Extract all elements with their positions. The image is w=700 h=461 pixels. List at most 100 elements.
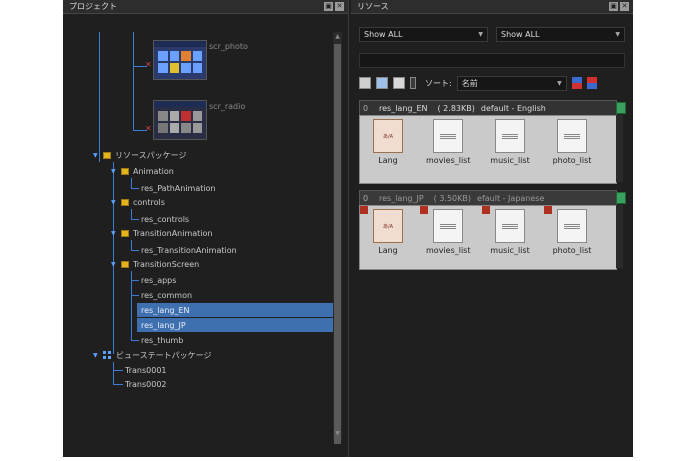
scroll-down-icon[interactable]: ▼ — [333, 430, 342, 437]
file-label: music_list — [490, 246, 530, 255]
status-badge-icon — [616, 192, 626, 204]
tree-item-resource[interactable]: res_common — [141, 288, 192, 302]
resource-titlebar: リソース ▣ ✕ — [351, 0, 633, 14]
resource-search-input[interactable] — [359, 53, 625, 68]
file-label: movies_list — [426, 156, 471, 165]
folder-icon — [121, 260, 129, 268]
app-window: プロジェクト ▣ ✕ ✕ ✕ scr_photo scr_radio ▼ リソー… — [63, 0, 633, 457]
resource-file[interactable]: photo_list — [550, 119, 594, 165]
tree-line — [99, 32, 100, 162]
tree-node-controls[interactable]: ▼ controls — [111, 195, 165, 209]
view-state-package-icon — [103, 351, 112, 359]
sort-ascending-icon[interactable] — [571, 77, 582, 89]
view-detail-icon[interactable] — [410, 77, 416, 89]
model-file-icon — [433, 119, 463, 153]
chevron-down-icon: ▼ — [615, 31, 620, 38]
sort-descending-icon[interactable] — [586, 77, 597, 89]
scrollbar-thumb[interactable] — [334, 44, 341, 444]
scr-photo-thumbnail[interactable] — [153, 40, 207, 80]
node-label: リソースパッケージ — [115, 150, 187, 160]
group-size: ( 3.50KB) — [433, 193, 472, 203]
group-description: default - English — [480, 103, 546, 113]
tree-item-view-state[interactable]: Trans0001 — [125, 363, 167, 377]
filter-dropdown-right[interactable]: Show ALL ▼ — [496, 27, 625, 42]
resource-file[interactable]: あ/A Lang — [366, 209, 410, 255]
tree-item-resource[interactable]: res_TransitionAnimation — [141, 243, 237, 257]
close-button[interactable]: ✕ — [335, 2, 344, 11]
caret-down-icon[interactable]: ▼ — [111, 230, 117, 237]
lang-file-icon: あ/A — [373, 119, 403, 153]
node-label: res_lang_EN — [141, 305, 190, 315]
tree-item-resource-selected[interactable]: res_lang_EN — [137, 303, 335, 317]
tree-item-resource[interactable]: res_apps — [141, 273, 176, 287]
resource-group-content: あ/A Lang movies_list music_list photo_li… — [359, 205, 617, 270]
tree-node-resource-packages[interactable]: ▼ リソースパッケージ — [93, 148, 186, 162]
tree-line — [131, 271, 132, 341]
view-large-icon[interactable] — [359, 77, 371, 89]
resource-file[interactable]: music_list — [488, 119, 532, 165]
tree-line — [131, 219, 139, 220]
view-image-icon[interactable] — [376, 77, 388, 89]
tree-node-animation[interactable]: ▼ Animation — [111, 164, 174, 178]
tree-node-transition-animation[interactable]: ▼ TransitionAnimation — [111, 226, 212, 240]
node-label: res_PathAnimation — [141, 183, 216, 193]
node-label: res_TransitionAnimation — [141, 245, 237, 255]
node-label: Trans0002 — [125, 379, 167, 389]
caret-down-icon[interactable]: ▼ — [93, 352, 99, 359]
resource-file[interactable]: movies_list — [426, 119, 470, 165]
tree-line — [131, 209, 132, 219]
resource-group-header[interactable]: 0 res_lang_JP ( 3.50KB) efault - Japanes… — [359, 190, 626, 206]
node-label: res_apps — [141, 275, 177, 285]
tree-line — [133, 32, 134, 130]
node-label: res_controls — [141, 214, 190, 224]
node-label: Animation — [133, 166, 174, 176]
scroll-up-icon[interactable]: ▲ — [333, 33, 342, 40]
resource-file[interactable]: music_list — [488, 209, 532, 255]
caret-down-icon[interactable]: ▼ — [111, 261, 117, 268]
tree-item-resource[interactable]: res_thumb — [141, 333, 183, 347]
tree-item-resource[interactable]: res_controls — [141, 212, 189, 226]
dropdown-value: 名前 — [461, 78, 478, 88]
filter-dropdown-left[interactable]: Show ALL ▼ — [359, 27, 488, 42]
tree-item-resource-selected[interactable]: res_lang_JP — [137, 318, 335, 332]
folder-icon — [121, 229, 129, 237]
view-list-icon[interactable] — [393, 77, 405, 89]
node-label: Trans0001 — [125, 365, 167, 375]
folder-icon — [121, 167, 129, 175]
close-button[interactable]: ✕ — [620, 2, 629, 11]
tree-line — [131, 240, 132, 250]
caret-down-icon[interactable]: ▼ — [111, 199, 117, 206]
model-file-icon — [495, 209, 525, 243]
group-scrollbar[interactable] — [616, 205, 623, 268]
resource-file[interactable]: movies_list — [426, 209, 470, 255]
caret-down-icon[interactable]: ▼ — [111, 168, 117, 175]
group-size: ( 2.83KB) — [437, 103, 475, 113]
caret-down-icon[interactable]: ▼ — [93, 152, 99, 159]
tree-line — [131, 340, 139, 341]
node-label: res_thumb — [141, 335, 184, 345]
tree-node-view-state-packages[interactable]: ▼ ビューステートパッケージ — [93, 348, 211, 362]
resource-group-header[interactable]: 0 res_lang_EN ( 2.83KB) default - Englis… — [359, 100, 626, 116]
tree-node-transition-screen[interactable]: ▼ TransitionScreen — [111, 257, 199, 271]
screen-label[interactable]: scr_radio — [209, 102, 245, 111]
model-file-icon — [557, 209, 587, 243]
file-label: Lang — [378, 156, 398, 165]
tree-item-resource[interactable]: res_PathAnimation — [141, 181, 216, 195]
chevron-down-icon: ▼ — [557, 79, 562, 87]
maximize-button[interactable]: ▣ — [609, 2, 618, 11]
scr-radio-thumbnail[interactable] — [153, 100, 207, 140]
file-label: photo_list — [552, 156, 592, 165]
tree-item-view-state[interactable]: Trans0002 — [125, 377, 167, 391]
node-label: TransitionAnimation — [133, 228, 213, 238]
tree-scrollbar[interactable] — [333, 32, 342, 444]
maximize-button[interactable]: ▣ — [324, 2, 333, 11]
model-file-icon — [557, 119, 587, 153]
dropdown-value: Show ALL — [364, 30, 403, 39]
group-scrollbar[interactable] — [616, 115, 623, 182]
sort-dropdown[interactable]: 名前 ▼ — [456, 75, 567, 91]
resource-file[interactable]: photo_list — [550, 209, 594, 255]
resource-file[interactable]: あ/A Lang — [366, 119, 410, 165]
screen-label[interactable]: scr_photo — [209, 42, 248, 51]
sort-label: ソート: — [425, 78, 452, 88]
resource-toolbar: ソート: 名前 ▼ — [359, 75, 625, 91]
